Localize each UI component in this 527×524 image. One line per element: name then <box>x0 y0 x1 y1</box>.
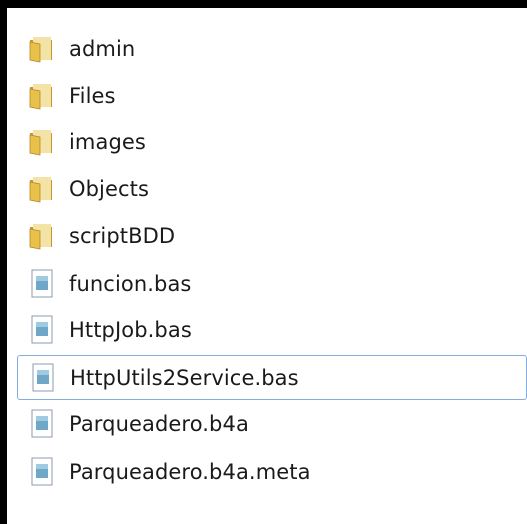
list-item-images[interactable]: images <box>7 119 520 164</box>
list-item-funcion-bas[interactable]: funcion.bas <box>7 261 520 306</box>
list-item-parqueadero-b4a-meta[interactable]: Parqueadero.b4a.meta <box>7 449 520 494</box>
list-item-scriptbdd[interactable]: scriptBDD <box>7 213 520 258</box>
item-name: Files <box>69 83 116 108</box>
item-name: images <box>69 129 146 154</box>
file-icon <box>32 363 54 391</box>
item-name: HttpUtils2Service.bas <box>70 365 299 390</box>
file-icon <box>31 269 53 297</box>
folder-icon <box>29 36 52 62</box>
item-name: admin <box>69 36 136 61</box>
item-name: HttpJob.bas <box>69 317 192 342</box>
item-name: Objects <box>69 176 150 201</box>
file-icon <box>31 457 53 485</box>
list-item-httputils2service-bas[interactable]: HttpUtils2Service.bas <box>17 355 527 400</box>
file-list-window: admin Files images Objects scriptBDD fun… <box>7 8 527 524</box>
list-item-httpjob-bas[interactable]: HttpJob.bas <box>7 307 520 352</box>
file-icon <box>31 409 53 437</box>
list-item-admin[interactable]: admin <box>7 26 520 71</box>
list-item-parqueadero-b4a[interactable]: Parqueadero.b4a <box>7 401 520 446</box>
folder-icon <box>29 129 52 155</box>
file-icon <box>31 315 53 343</box>
item-name: Parqueadero.b4a <box>69 411 249 436</box>
item-name: Parqueadero.b4a.meta <box>69 459 311 484</box>
list-item-objects[interactable]: Objects <box>7 166 520 211</box>
folder-icon <box>29 223 52 249</box>
folder-icon <box>29 83 52 109</box>
item-name: funcion.bas <box>69 271 192 296</box>
item-name: scriptBDD <box>69 223 176 248</box>
list-item-files[interactable]: Files <box>7 73 520 118</box>
folder-icon <box>29 176 52 202</box>
